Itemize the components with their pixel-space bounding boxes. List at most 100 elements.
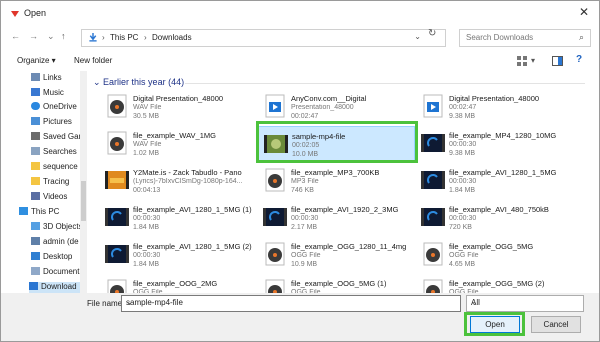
sidebar-item-label: OneDrive (43, 102, 77, 111)
file-size: 720 KB (449, 224, 472, 231)
file-name: Digital Presentation_48000 (449, 94, 540, 103)
refresh-icon[interactable]: ↻ (428, 28, 436, 39)
sidebar-item-label: Saved Gam (43, 132, 86, 141)
file-name-dropdown-icon[interactable]: ⌄ (126, 298, 456, 307)
search-placeholder: Search Downloads (466, 33, 534, 42)
sidebar-item-onedrive[interactable]: OneDrive (31, 102, 77, 114)
saved-games-icon (31, 132, 40, 140)
preview-pane-icon[interactable] (552, 56, 563, 66)
file-detail: MP3 File (291, 178, 319, 185)
close-button[interactable]: ✕ (569, 1, 599, 23)
file-detail: 00:02:47 (449, 104, 477, 111)
navigation-pane: Links Music OneDrive Pictures Saved Gam … (1, 71, 87, 293)
file-item[interactable]: file_example_AVI_480_750kB 00:00:30 720 KB (415, 200, 573, 237)
file-type-select[interactable]: All ⌄ (466, 295, 584, 312)
back-icon[interactable]: ← (11, 31, 20, 41)
file-size: 10.9 MB (291, 261, 318, 268)
network-icon (31, 237, 40, 245)
forward-icon[interactable]: → (29, 31, 38, 41)
media-file-icon (263, 94, 287, 118)
file-detail: (Lyrics)-7bIxvClSmDg-1080p-164... (133, 178, 243, 185)
sidebar-item-links[interactable]: Links (31, 73, 62, 85)
sidebar-scrollbar[interactable] (80, 71, 87, 293)
breadcrumb-downloads[interactable]: Downloads (152, 33, 192, 42)
file-detail: WAV File (133, 104, 162, 111)
file-item[interactable]: Digital Presentation_48000 WAV File 30.5 M… (99, 89, 257, 126)
address-dropdown-icon[interactable]: ⌄ (414, 32, 421, 41)
sidebar-item-label: sequence (43, 162, 78, 171)
file-item[interactable]: file_example_AVI_1280_1_5MG (1) 00:00:30 1… (99, 200, 257, 237)
file-name: file_example_OGG_5MG (2) (449, 279, 545, 288)
file-name: Digital Presentation_48000 (133, 94, 224, 103)
scrollbar-thumb[interactable] (81, 181, 86, 221)
sidebar-item-searches[interactable]: Searches (31, 147, 77, 159)
audio-disc-icon (263, 279, 287, 293)
file-item[interactable]: file_example_OOG_5MG (1) OGG File (257, 274, 415, 293)
help-icon[interactable]: ? (576, 54, 582, 65)
file-item[interactable]: Digital Presentation_48000 00:02:47 9.38 M… (415, 89, 573, 126)
recent-dropdown-icon[interactable]: ⌄ (47, 31, 55, 42)
organize-button[interactable]: Organize ▾ (17, 56, 56, 65)
sidebar-item-videos[interactable]: Videos (31, 192, 67, 204)
music-icon (31, 88, 40, 96)
sidebar-item-3d-objects[interactable]: 3D Objects (31, 222, 83, 234)
audio-disc-icon (421, 242, 445, 266)
file-size: 1.84 MB (133, 224, 160, 231)
sidebar-item-music[interactable]: Music (31, 88, 64, 100)
sidebar-item-this-pc[interactable]: This PC (19, 207, 59, 219)
file-size: 1.84 MB (133, 261, 160, 268)
group-header[interactable]: ⌄ Earlier this year (44) (93, 77, 184, 88)
file-item[interactable]: file_example_MP4_1280_10MG 00:00:30 9.38 M… (415, 126, 573, 163)
file-name: file_example_AVI_1920_2_3MG (291, 205, 399, 214)
sidebar-item-pictures[interactable]: Pictures (31, 117, 72, 129)
search-input[interactable]: Search Downloads ⌕ (459, 29, 591, 47)
downloads-arrow-icon (89, 33, 97, 42)
pictures-icon (31, 117, 40, 125)
pc-icon (19, 207, 28, 215)
file-item[interactable]: file_example_AVI_1920_2_3MG 00:00:30 2.17 … (257, 200, 415, 237)
file-detail: 00:00:30 (133, 215, 161, 222)
file-item[interactable]: Y2Mate.is - Zack Tabudlo - Pano (Lyrics)-… (99, 163, 257, 200)
sidebar-item-tracing[interactable]: Tracing (31, 177, 69, 189)
file-item[interactable]: file_example_AVI_1280_1_5MG (2) 00:00:30 1… (99, 237, 257, 274)
sidebar-item-desktop[interactable]: Desktop (31, 252, 72, 264)
file-item[interactable]: file_example_WAV_1MG WAV File 1.02 MB (99, 126, 257, 163)
view-dropdown-icon[interactable]: ▾ (531, 56, 535, 65)
sidebar-item-label: 3D Objects (43, 222, 83, 231)
file-item[interactable]: file_example_OGG_5MG OGG File 4.65 MB (415, 237, 573, 274)
file-item[interactable]: file_example_OOG_2MG OGG File (99, 274, 257, 293)
group-divider (185, 83, 585, 84)
breadcrumb-separator: › (102, 33, 105, 42)
desktop-icon (31, 252, 40, 260)
file-item[interactable]: file_example_MP3_700KB MP3 File 746 KB (257, 163, 415, 200)
links-icon (31, 73, 40, 81)
open-dialog: Open ✕ ← → ⌄ ↑ › This PC › Downloads ⌄ ↻… (0, 0, 600, 342)
file-item[interactable]: file_example_AVI_1280_1_5MG 00:00:30 1.84 … (415, 163, 573, 200)
downloads-icon (29, 282, 38, 290)
sidebar-item-admin[interactable]: admin (de (31, 237, 79, 249)
file-list: ⌄ Earlier this year (44) Digital Present… (89, 71, 597, 293)
documents-icon (31, 267, 40, 275)
file-size: 9.38 MB (449, 113, 476, 120)
file-detail: 00:00:30 (449, 215, 477, 222)
breadcrumb-this-pc[interactable]: This PC (110, 33, 138, 42)
sidebar-item-saved-games[interactable]: Saved Gam (31, 132, 85, 144)
3d-objects-icon (31, 222, 40, 230)
new-folder-button[interactable]: New folder (74, 56, 112, 65)
searches-icon (31, 147, 40, 155)
file-type-dropdown-icon[interactable]: ⌄ (471, 298, 579, 307)
sidebar-item-sequence[interactable]: sequence (31, 162, 78, 174)
view-options-icon[interactable] (517, 56, 527, 66)
cancel-button[interactable]: Cancel (531, 316, 581, 333)
file-item[interactable]: file_example_OGG_5MG (2) OGG File (415, 274, 573, 293)
up-icon[interactable]: ↑ (61, 31, 66, 41)
sidebar-item-label: Tracing (43, 177, 70, 186)
sidebar-item-documents[interactable]: Document (31, 267, 79, 279)
file-size: 746 KB (291, 187, 314, 194)
sidebar-item-downloads[interactable]: Download (29, 282, 81, 293)
file-name-input[interactable]: sample-mp4-file ⌄ (121, 295, 461, 312)
address-bar[interactable]: › This PC › Downloads ⌄ (81, 29, 446, 47)
file-detail: Presentation_48000 (291, 104, 354, 111)
audio-disc-icon (263, 242, 287, 266)
file-item[interactable]: file_example_OGG_1280_11_4mg OGG File 10.9… (257, 237, 415, 274)
